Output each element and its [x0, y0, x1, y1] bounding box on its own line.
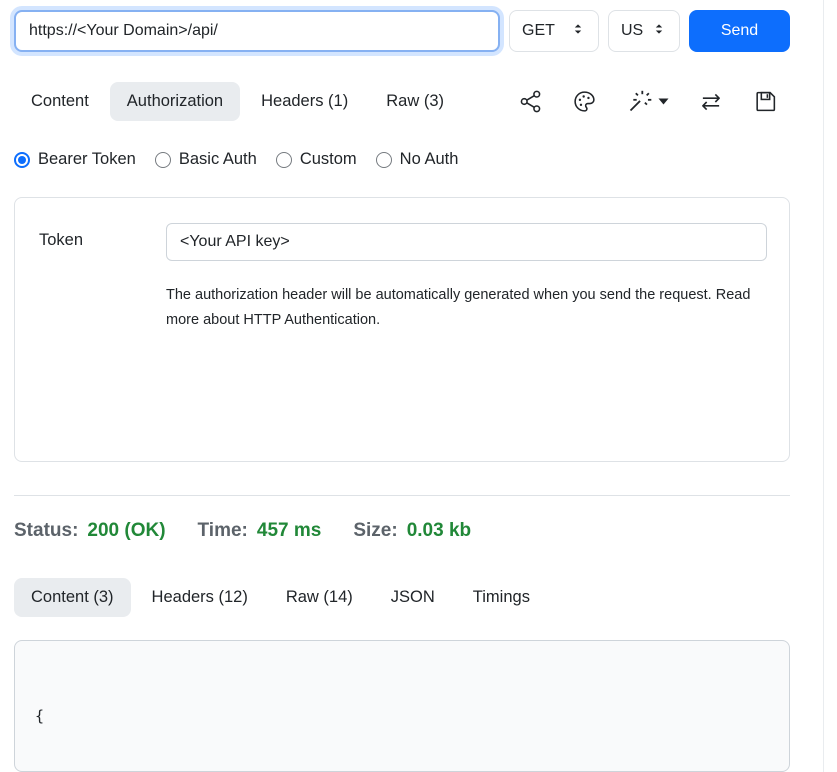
- radio-selected-icon: [14, 152, 30, 168]
- api-client-page: GET US Send Content Authorization Header…: [0, 0, 824, 772]
- url-input[interactable]: [14, 10, 500, 52]
- dropdown-caret-icon: [658, 97, 669, 106]
- region-select-value: US: [621, 22, 643, 40]
- auth-help-text: The authorization header will be automat…: [166, 283, 756, 333]
- radio-unselected-icon: [376, 152, 392, 168]
- size-value: 0.03 kb: [407, 520, 471, 542]
- magic-wand-icon[interactable]: [626, 88, 669, 115]
- updown-caret-icon: [651, 21, 667, 42]
- region-select[interactable]: US: [608, 10, 680, 52]
- size-label: Size:: [353, 520, 397, 542]
- send-button[interactable]: Send: [689, 10, 790, 52]
- tab-authorization[interactable]: Authorization: [110, 82, 240, 121]
- toolbar: [518, 88, 790, 115]
- status-value: 200 (OK): [87, 520, 165, 542]
- response-body-code[interactable]: { "message": "API running." }: [14, 640, 790, 772]
- response-tabs-row: Content (3) Headers (12) Raw (14) JSON T…: [14, 578, 790, 617]
- save-icon[interactable]: [753, 89, 778, 114]
- response-tab-headers[interactable]: Headers (12): [135, 578, 265, 617]
- auth-panel: Token The authorization header will be a…: [14, 197, 790, 462]
- tab-raw[interactable]: Raw (3): [369, 82, 461, 121]
- code-line: {: [35, 704, 769, 729]
- response-tab-json[interactable]: JSON: [374, 578, 452, 617]
- response-tab-content[interactable]: Content (3): [14, 578, 131, 617]
- response-tab-timings[interactable]: Timings: [456, 578, 547, 617]
- request-tabs-row: Content Authorization Headers (1) Raw (3…: [14, 82, 790, 121]
- tab-content[interactable]: Content: [14, 82, 106, 121]
- status-label: Status:: [14, 520, 78, 542]
- token-input[interactable]: [166, 223, 767, 261]
- radio-unselected-icon: [276, 152, 292, 168]
- radio-basic-auth[interactable]: Basic Auth: [155, 150, 257, 169]
- swap-arrows-icon[interactable]: [698, 89, 724, 115]
- radio-label: Custom: [300, 150, 357, 169]
- request-bar: GET US Send: [14, 10, 790, 52]
- radio-label: Bearer Token: [38, 150, 136, 169]
- radio-bearer-token[interactable]: Bearer Token: [14, 150, 136, 169]
- palette-icon[interactable]: [572, 89, 597, 114]
- radio-unselected-icon: [155, 152, 171, 168]
- share-icon[interactable]: [518, 89, 543, 114]
- token-row: Token: [39, 223, 767, 261]
- token-label: Token: [39, 223, 166, 261]
- time-label: Time:: [198, 520, 248, 542]
- method-select-value: GET: [522, 22, 555, 40]
- section-divider: [14, 495, 790, 496]
- updown-caret-icon: [570, 21, 586, 42]
- response-status-row: Status: 200 (OK) Time: 457 ms Size: 0.03…: [14, 520, 790, 542]
- response-tab-raw[interactable]: Raw (14): [269, 578, 370, 617]
- tab-headers[interactable]: Headers (1): [244, 82, 365, 121]
- auth-options: Bearer Token Basic Auth Custom No Auth: [14, 150, 790, 169]
- method-select[interactable]: GET: [509, 10, 599, 52]
- radio-label: Basic Auth: [179, 150, 257, 169]
- radio-no-auth[interactable]: No Auth: [376, 150, 459, 169]
- time-value: 457 ms: [257, 520, 321, 542]
- radio-custom[interactable]: Custom: [276, 150, 357, 169]
- radio-label: No Auth: [400, 150, 459, 169]
